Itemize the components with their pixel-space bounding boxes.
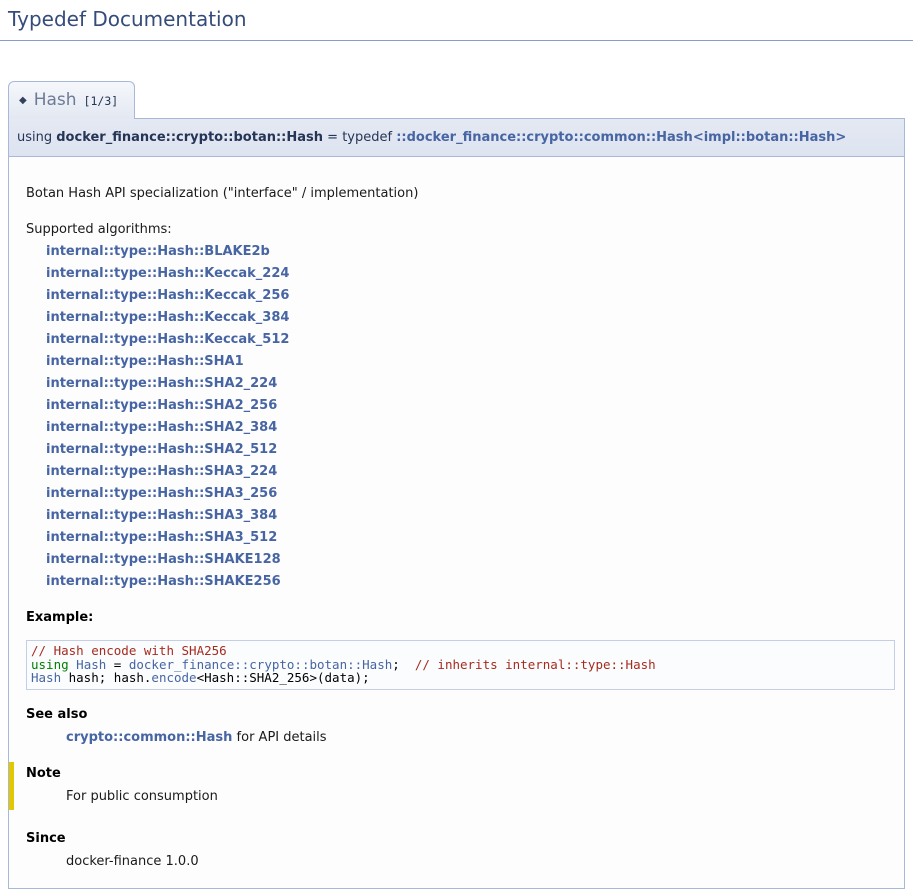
list-item: internal::type::Hash::SHAKE256 <box>46 571 895 593</box>
algorithm-link[interactable]: internal::type::Hash::SHA1 <box>46 354 244 369</box>
code-text: ; <box>392 657 415 672</box>
code-text: <Hash::SHA2_256>(data); <box>197 670 370 685</box>
algorithm-link[interactable]: internal::type::Hash::SHA3_224 <box>46 464 277 479</box>
code-link-encode[interactable]: encode <box>151 670 196 685</box>
proto-typedef-name: docker_finance::crypto::botan::Hash <box>56 130 323 145</box>
note-text: For public consumption <box>66 788 895 805</box>
code-example-block: // Hash encode with SHA256 using Hash = … <box>26 640 895 690</box>
proto-target-link[interactable]: ::docker_finance::crypto::common::Hash <box>396 130 693 145</box>
list-item: internal::type::Hash::SHA3_512 <box>46 527 895 549</box>
brief-description: Botan Hash API specialization ("interfac… <box>26 185 895 203</box>
code-comment: // inherits internal::type::Hash <box>415 657 656 672</box>
supported-algorithms-label: Supported algorithms: <box>26 221 895 239</box>
list-item: internal::type::Hash::SHA3_384 <box>46 505 895 527</box>
list-item: internal::type::Hash::SHA2_512 <box>46 439 895 461</box>
proto-using-keyword: using <box>17 130 56 145</box>
member-overload-count: [1/3] <box>84 94 119 108</box>
example-section: Example: <box>26 609 895 626</box>
code-link-hash[interactable]: Hash <box>31 670 61 685</box>
member-doc: Botan Hash API specialization ("interfac… <box>8 157 905 889</box>
list-item: internal::type::Hash::SHA3_224 <box>46 461 895 483</box>
list-item: internal::type::Hash::Keccak_384 <box>46 307 895 329</box>
list-item: internal::type::Hash::SHA2_256 <box>46 395 895 417</box>
note-section: Note For public consumption <box>9 762 895 810</box>
member-item: using docker_finance::crypto::botan::Has… <box>8 118 905 889</box>
list-item: internal::type::Hash::Keccak_224 <box>46 263 895 285</box>
see-also-content: crypto::common::Hash for API details <box>66 729 895 746</box>
list-item: internal::type::Hash::Keccak_512 <box>46 329 895 351</box>
algorithm-link[interactable]: internal::type::Hash::SHAKE256 <box>46 574 281 589</box>
code-text: hash; hash. <box>61 670 151 685</box>
see-also-text: for API details <box>232 730 326 745</box>
member-name: Hash <box>34 90 77 110</box>
member-hash-typedef: ◆Hash[1/3] using docker_finance::crypto:… <box>8 81 905 889</box>
member-prototype: using docker_finance::crypto::botan::Has… <box>8 118 905 157</box>
list-item: internal::type::Hash::SHA3_256 <box>46 483 895 505</box>
algorithm-link[interactable]: internal::type::Hash::SHA2_384 <box>46 420 277 435</box>
algorithm-link[interactable]: internal::type::Hash::Keccak_512 <box>46 332 289 347</box>
since-label: Since <box>26 830 895 847</box>
see-also-label: See also <box>26 706 895 723</box>
see-also-section: See also crypto::common::Hash for API de… <box>26 706 895 746</box>
code-line: Hash hash; hash.encode<Hash::SHA2_256>(d… <box>31 671 888 685</box>
example-label: Example: <box>26 609 895 626</box>
algorithm-link[interactable]: internal::type::Hash::Keccak_256 <box>46 288 289 303</box>
algorithm-link[interactable]: internal::type::Hash::SHA3_384 <box>46 508 277 523</box>
algorithm-link[interactable]: internal::type::Hash::BLAKE2b <box>46 244 270 259</box>
since-text: docker-finance 1.0.0 <box>66 853 895 870</box>
list-item: internal::type::Hash::SHA1 <box>46 351 895 373</box>
algorithm-list: internal::type::Hash::BLAKE2b internal::… <box>46 241 895 593</box>
algorithm-link[interactable]: internal::type::Hash::Keccak_384 <box>46 310 289 325</box>
algorithm-link[interactable]: internal::type::Hash::SHA3_256 <box>46 486 277 501</box>
algorithm-link[interactable]: internal::type::Hash::SHA3_512 <box>46 530 277 545</box>
note-label: Note <box>26 765 895 782</box>
list-item: internal::type::Hash::Keccak_256 <box>46 285 895 307</box>
member-title-tab: ◆ Hash [1/3] <box>8 81 135 119</box>
permalink-icon[interactable]: ◆ <box>19 95 27 106</box>
list-item: internal::type::Hash::SHA2_224 <box>46 373 895 395</box>
algorithm-link[interactable]: internal::type::Hash::Keccak_224 <box>46 266 289 281</box>
proto-equals-typedef: = typedef <box>323 130 396 145</box>
code-line: // Hash encode with SHA256 <box>31 644 888 658</box>
code-line: using Hash = docker_finance::crypto::bot… <box>31 658 888 672</box>
algorithm-link[interactable]: internal::type::Hash::SHAKE128 <box>46 552 281 567</box>
list-item: internal::type::Hash::SHAKE128 <box>46 549 895 571</box>
algorithm-link[interactable]: internal::type::Hash::SHA2_224 <box>46 376 277 391</box>
proto-template-args-link[interactable]: <impl::botan::Hash> <box>693 130 846 145</box>
algorithm-link[interactable]: internal::type::Hash::SHA2_512 <box>46 442 277 457</box>
page-title: Typedef Documentation <box>0 0 913 41</box>
list-item: internal::type::Hash::BLAKE2b <box>46 241 895 263</box>
see-also-link[interactable]: crypto::common::Hash <box>66 730 232 745</box>
since-section: Since docker-finance 1.0.0 <box>26 830 895 870</box>
algorithm-link[interactable]: internal::type::Hash::SHA2_256 <box>46 398 277 413</box>
list-item: internal::type::Hash::SHA2_384 <box>46 417 895 439</box>
